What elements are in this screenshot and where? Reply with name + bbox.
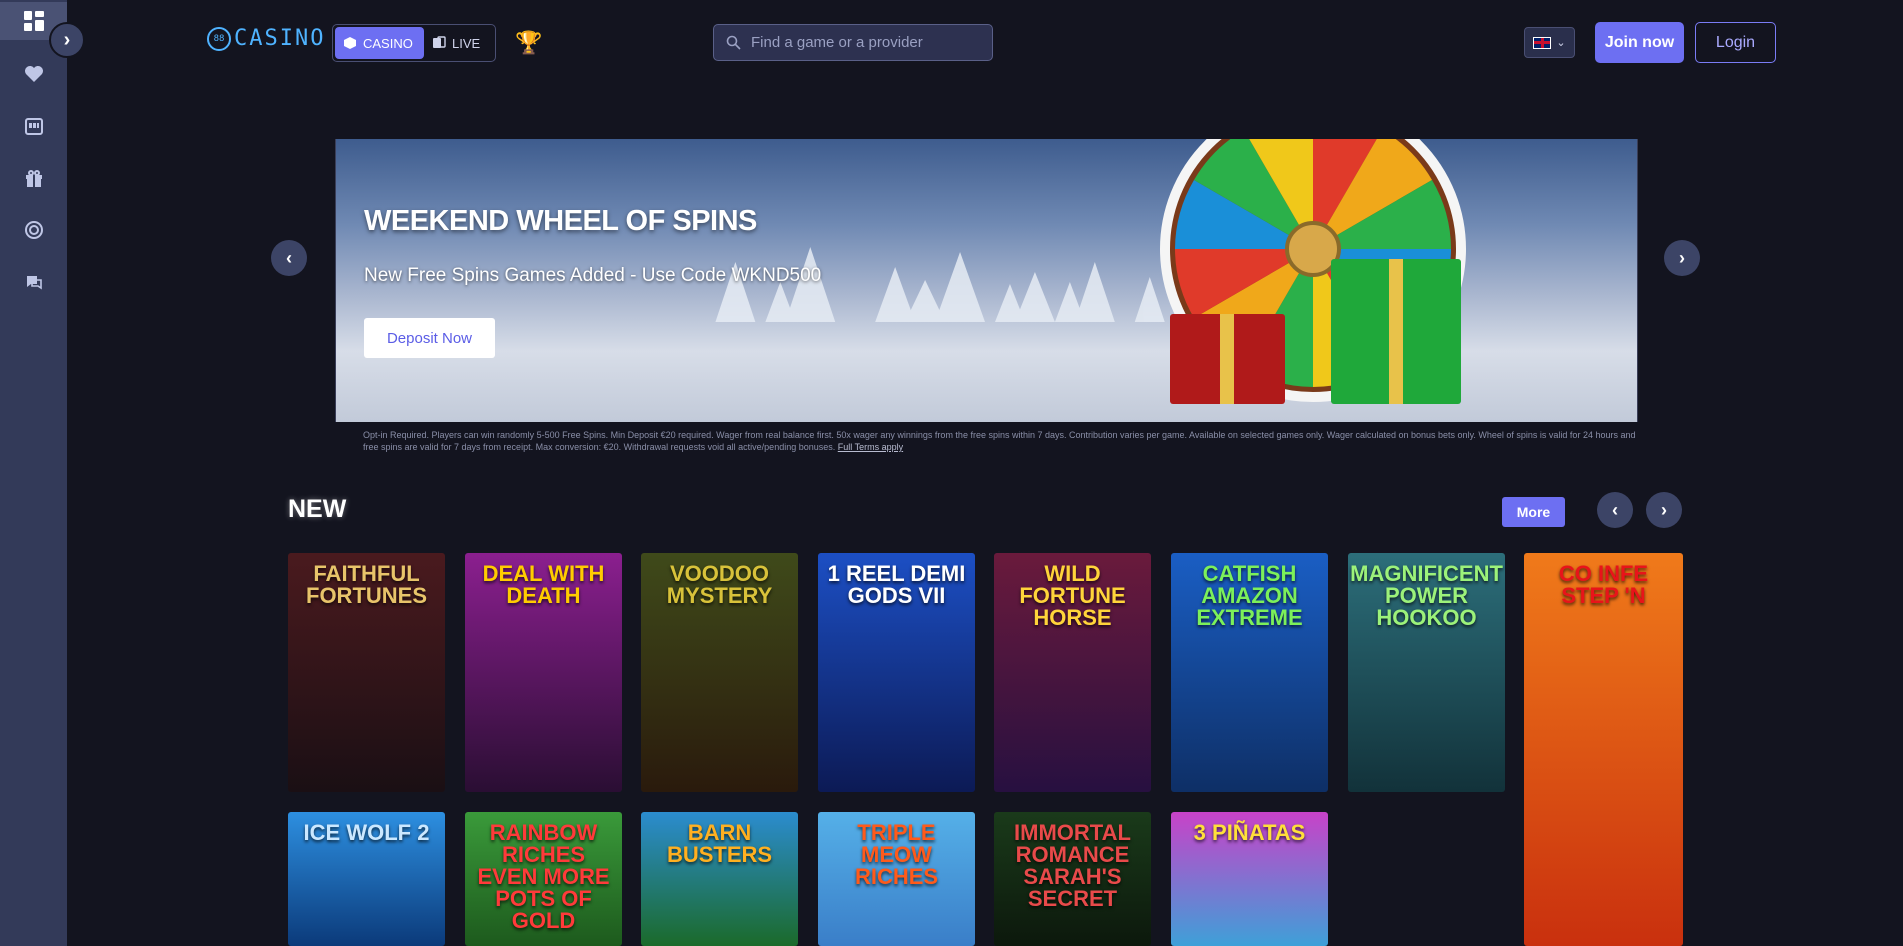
chevron-down-icon: ⌄ xyxy=(1556,37,1566,49)
logo-badge: 88 xyxy=(207,26,231,51)
game-title: VOODOO MYSTERY xyxy=(666,561,773,608)
game-tile[interactable]: RAINBOW RICHES EVEN MORE POTS OF GOLD xyxy=(465,812,622,946)
game-tile[interactable]: FAITHFUL FORTUNES xyxy=(288,553,445,792)
gift-icon xyxy=(25,170,42,187)
tab-casino-label: CASINO xyxy=(363,35,413,51)
game-tile[interactable]: TRIPLE MEOW RICHES xyxy=(818,812,975,946)
game-title: 1 REEL DEMI GODS VII xyxy=(827,561,966,608)
search-input[interactable] xyxy=(751,34,971,51)
heart-icon xyxy=(24,66,43,82)
promo-banner[interactable]: WEEKEND WHEEL OF SPINS New Free Spins Ga… xyxy=(335,139,1638,422)
games-prev-button[interactable]: ‹ xyxy=(1597,492,1633,528)
cards-icon xyxy=(433,36,446,48)
game-tile[interactable]: DEAL WITH DEATH xyxy=(465,553,622,792)
login-button[interactable]: Login xyxy=(1695,22,1776,63)
chevron-left-icon: ‹ xyxy=(286,247,292,268)
sidebar-item-slots[interactable] xyxy=(0,107,67,145)
section-title: NEW xyxy=(288,495,347,523)
chevron-right-icon: › xyxy=(1679,247,1685,268)
more-button[interactable]: More xyxy=(1502,497,1565,527)
game-title: CATFISH AMAZON EXTREME xyxy=(1196,561,1303,630)
game-title: RAINBOW RICHES EVEN MORE POTS OF GOLD xyxy=(477,820,610,933)
game-tile[interactable]: WILD FORTUNE HORSE xyxy=(994,553,1151,792)
logo[interactable]: 88 CASINO xyxy=(207,26,325,51)
banner-subtitle: New Free Spins Games Added - Use Code WK… xyxy=(364,265,822,286)
category-switch: CASINO LIVE xyxy=(332,24,496,62)
game-tile[interactable]: IMMORTAL ROMANCE SARAH'S SECRET xyxy=(994,812,1151,946)
uk-flag-icon xyxy=(1533,36,1552,49)
gift-box-green-image xyxy=(1331,259,1461,404)
cube-icon xyxy=(344,37,356,49)
game-title: IMMORTAL ROMANCE SARAH'S SECRET xyxy=(1014,820,1131,911)
lifebuoy-icon xyxy=(24,221,43,239)
game-title: BARN BUSTERS xyxy=(666,820,773,867)
game-title: WILD FORTUNE HORSE xyxy=(1019,561,1126,630)
sidebar-item-chat[interactable] xyxy=(0,263,67,301)
chat-icon xyxy=(26,276,42,290)
header: 88 CASINO CASINO LIVE 🏆 ⌄ Join now Login xyxy=(67,0,1903,86)
game-tile[interactable]: ICE WOLF 2 xyxy=(288,812,445,946)
game-title: MAGNIFICENT POWER HOOKOO xyxy=(1350,561,1503,630)
slot-machine-icon xyxy=(24,118,43,135)
game-tile[interactable]: BARN BUSTERS xyxy=(641,812,798,946)
gift-box-red-image xyxy=(1170,314,1285,404)
game-title: ICE WOLF 2 xyxy=(303,820,430,845)
game-title: 3 PIÑATAS xyxy=(1193,820,1306,845)
grid-icon xyxy=(23,11,44,31)
game-tile[interactable]: 1 REEL DEMI GODS VII xyxy=(818,553,975,792)
games-next-button[interactable]: › xyxy=(1646,492,1682,528)
banner-title: WEEKEND WHEEL OF SPINS xyxy=(364,205,757,237)
banner-terms: Opt-in Required. Players can win randoml… xyxy=(363,429,1641,453)
search-bar xyxy=(713,24,993,61)
tab-live[interactable]: LIVE xyxy=(424,27,488,59)
deposit-now-button[interactable]: Deposit Now xyxy=(364,318,495,358)
sidebar-item-favorites[interactable] xyxy=(0,55,67,93)
language-selector[interactable]: ⌄ xyxy=(1524,27,1575,58)
chevron-left-icon: ‹ xyxy=(1612,499,1618,520)
chevron-right-icon: › xyxy=(1661,499,1667,520)
sidebar-item-promotions[interactable] xyxy=(0,159,67,197)
sidebar xyxy=(0,0,67,946)
search-icon xyxy=(726,35,741,50)
banner-prev-button[interactable]: ‹ xyxy=(271,240,307,276)
terms-text: Opt-in Required. Players can win randoml… xyxy=(363,430,1636,452)
game-title: DEAL WITH DEATH xyxy=(482,561,605,608)
game-title: TRIPLE MEOW RICHES xyxy=(854,820,939,889)
sidebar-item-help[interactable] xyxy=(0,211,67,249)
tab-live-label: LIVE xyxy=(452,35,481,51)
trophy-icon[interactable]: 🏆 xyxy=(515,30,542,56)
game-title: CO INFE STEP 'N xyxy=(1558,561,1649,608)
full-terms-link[interactable]: Full Terms apply xyxy=(838,442,903,452)
game-tile[interactable]: MAGNIFICENT POWER HOOKOO xyxy=(1348,553,1505,792)
tab-casino[interactable]: CASINO xyxy=(335,27,424,59)
game-tile[interactable]: CO INFE STEP 'N xyxy=(1524,553,1683,946)
game-tile[interactable]: VOODOO MYSTERY xyxy=(641,553,798,792)
join-button[interactable]: Join now xyxy=(1595,22,1684,63)
logo-text: CASINO xyxy=(234,26,326,51)
game-title: FAITHFUL FORTUNES xyxy=(306,561,427,608)
game-tile[interactable]: CATFISH AMAZON EXTREME xyxy=(1171,553,1328,792)
game-tile[interactable]: 3 PIÑATAS xyxy=(1171,812,1328,946)
banner-next-button[interactable]: › xyxy=(1664,240,1700,276)
